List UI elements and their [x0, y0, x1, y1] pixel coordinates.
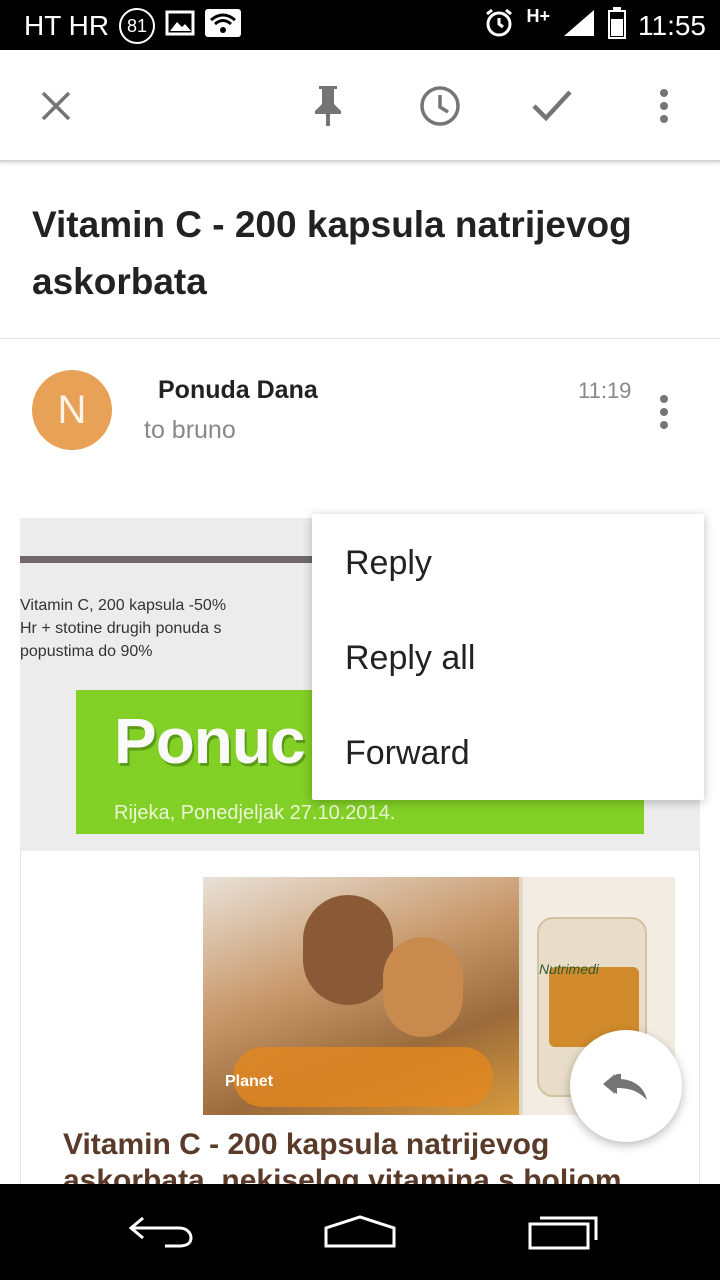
image-watermark: Planet	[225, 1073, 274, 1090]
avatar[interactable]: N	[32, 370, 112, 450]
divider	[0, 338, 720, 339]
banner-logo: Ponuc	[114, 705, 306, 777]
jar-brand: Nutrimedi	[539, 961, 599, 977]
article-title[interactable]: Vitamin C - 200 kapsula natrijevog askor…	[63, 1127, 683, 1184]
reply-all-icon	[603, 1074, 647, 1100]
message-toolbar	[0, 50, 720, 162]
recipient-label[interactable]: to bruno	[144, 416, 236, 445]
alarm-icon	[484, 8, 514, 45]
message-time: 11:19	[578, 378, 632, 403]
signal-icon	[562, 8, 596, 45]
banner-subtitle: Rijeka, Ponedjeljak 27.10.2014.	[114, 802, 396, 824]
more-vert-icon[interactable]	[638, 80, 690, 132]
reply-all-button[interactable]	[570, 1030, 682, 1142]
status-left: HT HR 81	[24, 8, 242, 44]
status-right: H+ 11:55	[484, 6, 706, 46]
navigation-bar	[0, 1184, 720, 1280]
menu-item-reply-all[interactable]: Reply all	[312, 611, 704, 706]
battery-icon	[608, 6, 626, 46]
snooze-clock-icon[interactable]	[414, 80, 466, 132]
carrier-label: HT HR	[24, 10, 110, 41]
home-icon[interactable]	[320, 1206, 400, 1258]
message-actions-menu: Reply Reply all Forward	[312, 514, 704, 800]
preheader-line: Vitamin C, 200 kapsula -50%	[20, 597, 227, 614]
back-icon[interactable]	[120, 1206, 200, 1258]
done-check-icon[interactable]	[526, 80, 578, 132]
menu-item-reply[interactable]: Reply	[312, 516, 704, 611]
clock-time: 11:55	[638, 10, 706, 41]
status-bar: HT HR 81 H+ 11:55	[0, 0, 720, 50]
notification-badge: 81	[119, 8, 156, 44]
network-type: H+	[526, 5, 550, 26]
preheader-text: Vitamin C, 200 kapsula -50% Hr + stotine…	[20, 594, 280, 663]
email-subject: Vitamin C - 200 kapsula natrijevog askor…	[32, 204, 632, 302]
article-title-line: askorbata, nekiselog vitamina s boljom	[63, 1164, 622, 1184]
sender-name: Ponuda Dana	[158, 376, 318, 404]
recents-icon[interactable]	[524, 1206, 604, 1258]
article-title-line: Vitamin C - 200 kapsula natrijevog	[63, 1128, 550, 1161]
menu-item-forward[interactable]: Forward	[312, 706, 704, 801]
close-icon[interactable]	[30, 80, 82, 132]
pin-icon[interactable]	[302, 80, 354, 132]
image-icon	[165, 10, 195, 43]
couple-photo: Planet	[203, 877, 519, 1115]
preheader-line: Hr + stotine drugih ponuda s	[20, 620, 222, 637]
message-more-icon[interactable]	[648, 390, 680, 434]
wifi-icon	[205, 8, 242, 44]
preheader-line: popustima do 90%	[20, 643, 153, 660]
person-shape	[383, 937, 463, 1037]
person-shape	[303, 895, 393, 1005]
